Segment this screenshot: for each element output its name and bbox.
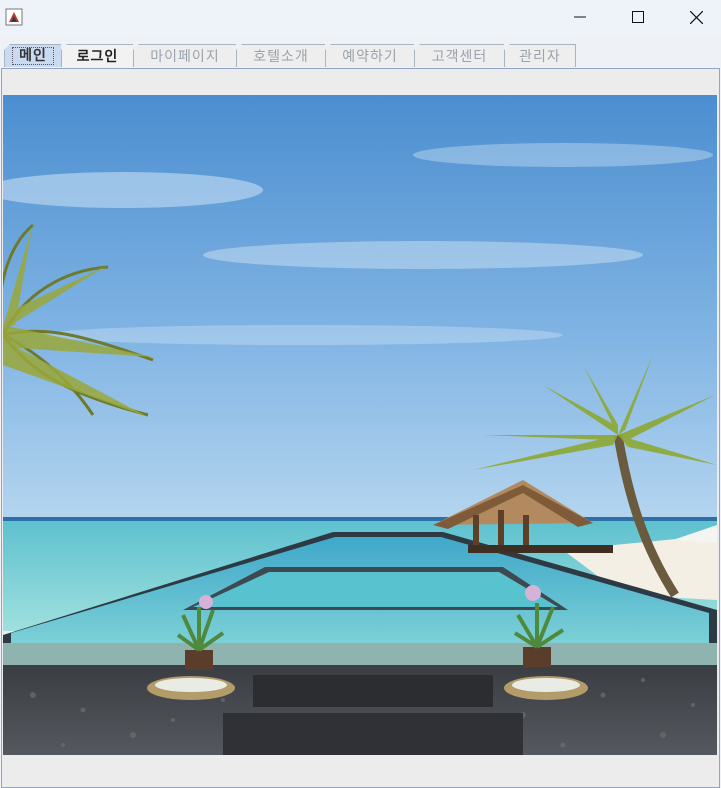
java-app-icon [5, 8, 23, 26]
maximize-icon [632, 11, 644, 23]
tab-label: 호텔소개 [253, 49, 309, 65]
minimize-button[interactable] [551, 0, 609, 34]
tab-admin[interactable]: 관리자 [504, 44, 576, 67]
tab-label: 예약하기 [342, 49, 398, 65]
minimize-icon [574, 11, 586, 23]
close-button[interactable] [667, 0, 721, 34]
tab-main[interactable]: 메인 [4, 44, 62, 67]
tab-hotel-intro[interactable]: 호텔소개 [236, 44, 326, 67]
tab-reservation[interactable]: 예약하기 [325, 44, 415, 67]
resort-infinity-pool-photo [3, 95, 717, 755]
tab-mypage[interactable]: 마이페이지 [133, 44, 237, 67]
tab-login[interactable]: 로그인 [61, 44, 134, 67]
tab-label: 로그인 [76, 49, 119, 65]
tab-label: 고객센터 [431, 49, 488, 65]
tab-customer-center[interactable]: 고객센터 [414, 44, 505, 67]
maximize-button[interactable] [609, 0, 667, 34]
tab-strip: 메인 로그인 마이페이지 호텔소개 예약하기 고객센터 관리자 [0, 36, 721, 69]
title-bar [0, 0, 721, 36]
tab-label: 마이페이지 [150, 49, 220, 65]
tab-label: 관리자 [519, 49, 561, 65]
tab-label: 메인 [12, 47, 54, 65]
close-icon [689, 10, 703, 24]
